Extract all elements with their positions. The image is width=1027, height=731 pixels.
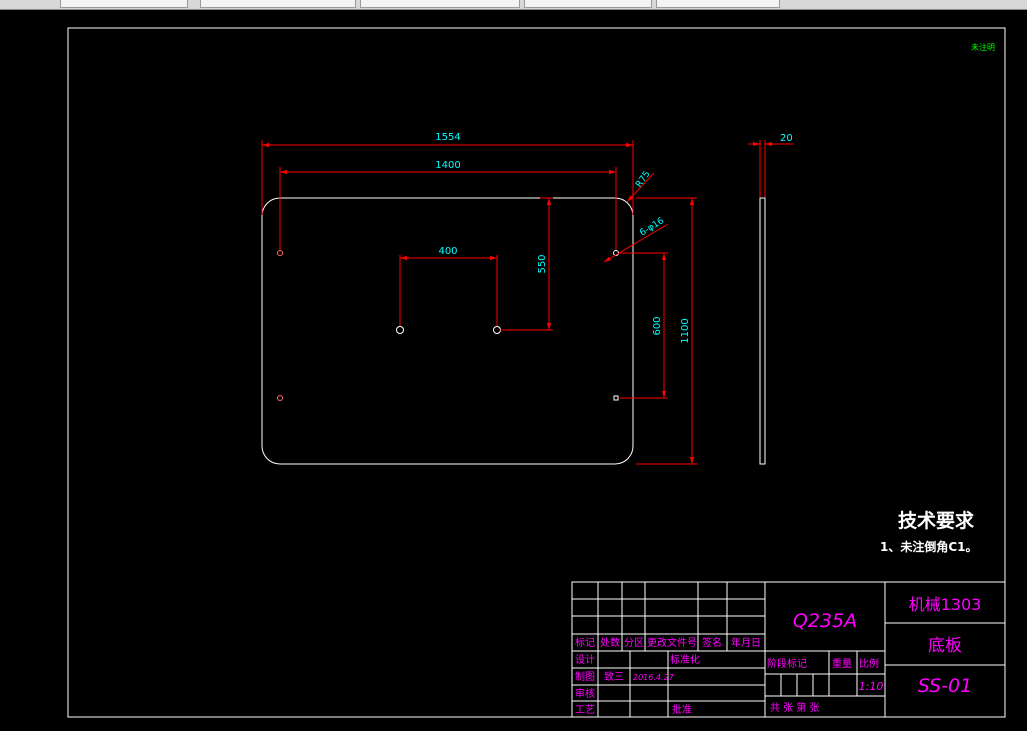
drawing-border (67, 27, 1006, 718)
dimension-hole-spacing-y: 600 (620, 252, 668, 399)
mounting-hole (493, 326, 501, 334)
mounting-hole (277, 250, 283, 256)
cad-drawing-canvas[interactable]: 未注明 1554 1400 R75 6-φ16 400 550 600 1100… (0, 10, 1027, 731)
header-mark: 标记 (575, 637, 595, 649)
dimension-label: 1554 (435, 132, 460, 143)
draw-date: 2016.4.27 (633, 673, 675, 682)
drawer-name: 致三 (604, 670, 624, 683)
dimension-inner-spacing-y: 550 (500, 197, 553, 331)
document-tab[interactable] (656, 0, 780, 8)
document-tab[interactable] (60, 0, 188, 8)
document-tab-bar (0, 0, 1027, 10)
header-signature: 签名 (702, 636, 722, 649)
tech-requirements-title: 技术要求 (898, 509, 975, 532)
header-count: 处数 (600, 636, 620, 649)
header-check: 审核 (575, 687, 595, 700)
dimension-inner-spacing-x: 400 (399, 246, 498, 326)
material-label: Q235A (793, 610, 857, 632)
class-name: 机械1303 (909, 595, 982, 614)
mounting-hole (613, 395, 619, 401)
header-design: 设计 (575, 653, 595, 666)
dimension-label: 400 (438, 246, 457, 257)
header-standardize: 标准化 (670, 653, 700, 666)
header-date: 年月日 (731, 636, 761, 649)
corner-note: 未注明 (971, 42, 995, 52)
document-tab[interactable] (360, 0, 520, 8)
header-process: 工艺 (575, 704, 595, 716)
part-name: 底板 (928, 636, 962, 656)
dimension-hole-callout: 6-φ16 (603, 216, 669, 263)
header-zone: 分区 (624, 637, 644, 649)
mounting-hole (396, 326, 404, 334)
drawing-number: SS-01 (918, 675, 972, 697)
dimension-overall-width: 1554 (261, 132, 634, 215)
header-stage-mark: 阶段标记 (767, 657, 807, 670)
dimension-hole-spacing-x: 1400 (279, 160, 617, 250)
tech-requirement-item: 1、未注倒角C1。 (880, 539, 978, 554)
document-tab[interactable] (524, 0, 652, 8)
dimension-label: R75 (634, 169, 652, 189)
dimension-corner-radius: R75 (626, 169, 655, 203)
side-view-outline (759, 197, 766, 465)
dimension-label: 1100 (680, 318, 691, 343)
dimension-label: 1400 (435, 160, 460, 171)
document-tab[interactable] (200, 0, 356, 8)
title-block-text: 标记 处数 分区 更改文件号 签名 年月日 设计 标准化 制图 致三 2016.… (575, 595, 981, 716)
dimension-label: 600 (652, 316, 663, 335)
scale-value: 1:10 (859, 680, 884, 693)
plate-front-view (261, 197, 634, 465)
plate-outline (261, 197, 634, 465)
dimension-label: 20 (780, 133, 793, 144)
mounting-hole (277, 395, 283, 401)
header-weight: 重量 (832, 657, 852, 670)
header-draw: 制图 (575, 670, 595, 683)
plate-side-view: 20 (748, 133, 793, 465)
header-ratio: 比例 (859, 657, 879, 670)
header-change-doc: 更改文件号 (647, 636, 697, 649)
header-approve: 批准 (672, 703, 692, 716)
dimension-label: 550 (537, 254, 548, 273)
sheet-count: 共 张 第 张 (770, 701, 820, 714)
